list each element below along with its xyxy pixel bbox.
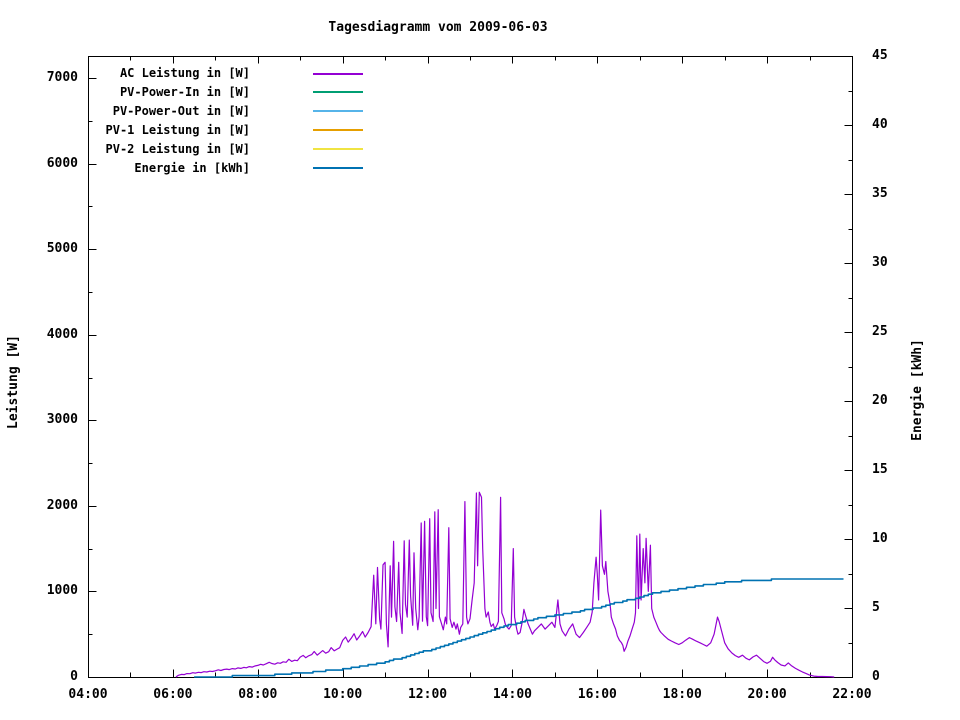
right-axis-tick-label: 25 bbox=[872, 324, 912, 339]
legend-item-label: PV-Power-Out in [W] bbox=[88, 102, 250, 121]
left-axis-tick-label: 4000 bbox=[8, 327, 78, 342]
series-curve-5 bbox=[194, 579, 843, 677]
right-axis-tick-label: 0 bbox=[872, 669, 912, 684]
legend-item-label: AC Leistung in [W] bbox=[88, 64, 250, 83]
x-axis-tick-label: 04:00 bbox=[58, 687, 118, 702]
left-axis-tick-label: 7000 bbox=[8, 70, 78, 85]
right-axis-label: Energie [kWh] bbox=[910, 310, 926, 470]
x-axis-tick-label: 12:00 bbox=[398, 687, 458, 702]
x-axis-tick-label: 06:00 bbox=[143, 687, 203, 702]
series-curve-0 bbox=[176, 492, 834, 677]
legend-item-swatch bbox=[313, 167, 363, 169]
right-axis-tick-label: 40 bbox=[872, 117, 912, 132]
chart-page: Tagesdiagramm vom 2009-06-03 Leistung [W… bbox=[0, 0, 960, 720]
right-axis-tick-label: 5 bbox=[872, 600, 912, 615]
chart-title: Tagesdiagramm vom 2009-06-03 bbox=[88, 20, 788, 35]
x-axis-tick-label: 20:00 bbox=[737, 687, 797, 702]
right-axis-tick-label: 15 bbox=[872, 462, 912, 477]
right-axis-tick-label: 30 bbox=[872, 255, 912, 270]
left-axis-tick-label: 2000 bbox=[8, 498, 78, 513]
legend-item-label: Energie in [kWh] bbox=[88, 159, 250, 178]
left-axis-tick-label: 5000 bbox=[8, 241, 78, 256]
legend-item-label: PV-Power-In in [W] bbox=[88, 83, 250, 102]
left-axis-tick-label: 0 bbox=[8, 669, 78, 684]
left-axis-tick-label: 6000 bbox=[8, 156, 78, 171]
x-axis-tick-label: 16:00 bbox=[567, 687, 627, 702]
right-axis-tick-label: 20 bbox=[872, 393, 912, 408]
legend-item-swatch bbox=[313, 73, 363, 75]
legend-item-swatch bbox=[313, 148, 363, 150]
x-axis-tick-label: 22:00 bbox=[822, 687, 882, 702]
legend-item-swatch bbox=[313, 110, 363, 112]
right-axis-tick-label: 10 bbox=[872, 531, 912, 546]
legend-item-swatch bbox=[313, 91, 363, 93]
x-axis-tick-label: 18:00 bbox=[652, 687, 712, 702]
left-axis-tick-label: 3000 bbox=[8, 412, 78, 427]
left-axis-tick-label: 1000 bbox=[8, 583, 78, 598]
right-axis-tick-label: 45 bbox=[872, 48, 912, 63]
legend-item-swatch bbox=[313, 129, 363, 131]
legend-item-label: PV-2 Leistung in [W] bbox=[88, 140, 250, 159]
x-axis-tick-label: 08:00 bbox=[228, 687, 288, 702]
x-axis-tick-label: 10:00 bbox=[313, 687, 373, 702]
x-axis-tick-label: 14:00 bbox=[482, 687, 542, 702]
legend-item-label: PV-1 Leistung in [W] bbox=[88, 121, 250, 140]
right-axis-tick-label: 35 bbox=[872, 186, 912, 201]
